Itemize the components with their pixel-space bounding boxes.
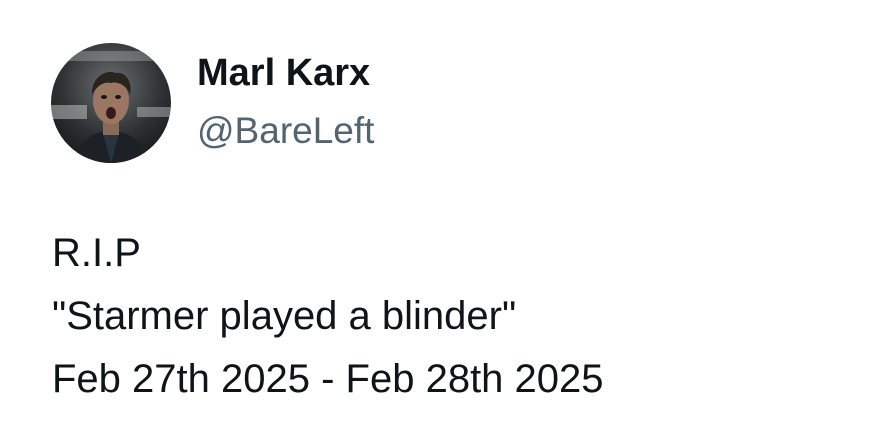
avatar-image — [51, 43, 171, 163]
tweet-text-line: R.I.P — [52, 231, 141, 275]
tweet-card: Marl Karx @BareLeft R.I.P "Starmer playe… — [0, 0, 887, 439]
author-handle[interactable]: @BareLeft — [197, 108, 374, 154]
tweet-text-line: "Starmer played a blinder" — [52, 294, 517, 338]
author-display-name[interactable]: Marl Karx — [197, 50, 370, 96]
tweet-text: R.I.P "Starmer played a blinder" Feb 27t… — [52, 222, 872, 411]
avatar[interactable] — [51, 43, 171, 163]
tweet-text-line: Feb 27th 2025 - Feb 28th 2025 — [52, 357, 604, 401]
